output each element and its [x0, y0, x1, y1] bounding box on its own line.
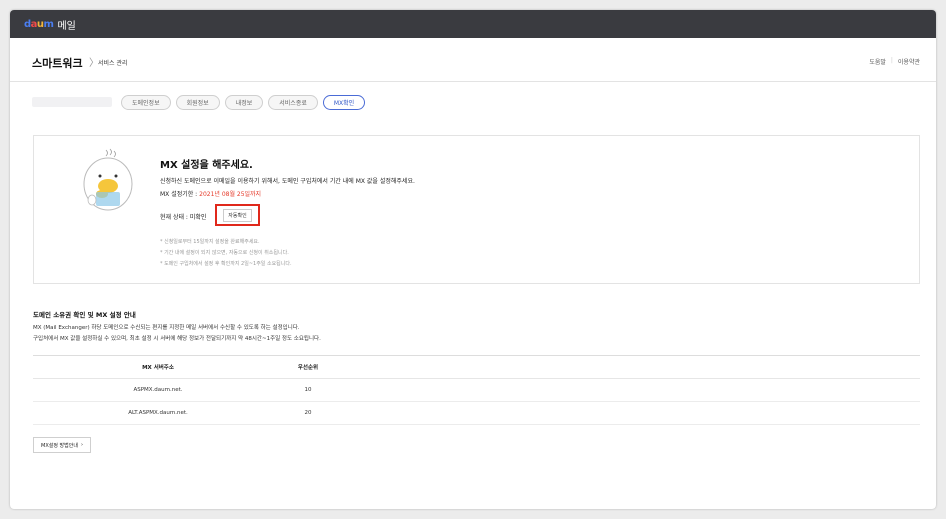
logo-letter-u: u — [36, 18, 44, 30]
top-bar: daum 메일 — [10, 10, 936, 38]
page-title[interactable]: 스마트워크 — [32, 55, 83, 71]
terms-link[interactable]: 이용약관 — [898, 57, 920, 66]
tab-my-info[interactable]: 내정보 — [224, 95, 264, 110]
guide-line: 구입처에서 MX 값을 설정하실 수 있으며, 최초 설정 시 서버에 해당 정… — [33, 336, 321, 342]
guide-title: 도메인 소유권 확인 및 MX 설정 안내 — [33, 311, 136, 319]
mx-record-table: MX 서버주소 우선순위 ASPMX.daum.net. 10 ALT.ASPM… — [33, 355, 920, 425]
note-item: * 신청일로부터 15일까지 설정을 완료해주세요. — [160, 239, 260, 245]
auto-check-highlight: 자동확인 — [215, 204, 260, 226]
deadline-label: MX 설정기한 : — [160, 191, 200, 198]
daum-mail-logo[interactable]: daum 메일 — [24, 17, 76, 32]
mx-priority-cell: 20 — [283, 401, 333, 425]
tab-mx-check[interactable]: MX확인 — [322, 95, 366, 110]
mx-setup-title: MX 설정을 해주세요. — [160, 160, 253, 171]
mx-server-cell: ALT.ASPMX.daum.net. — [33, 401, 283, 425]
mx-guide-button[interactable]: MX설정 방법안내 › — [33, 437, 91, 453]
daum-logo: daum — [24, 18, 54, 30]
mx-priority-cell: 10 — [283, 378, 333, 402]
mx-guide-label: MX설정 방법안내 — [41, 442, 78, 449]
blurred-domain-name — [32, 97, 112, 107]
guide-text: MX (Mail Exchanger) 하당 도메인으로 수신되는 편지를 지정… — [33, 323, 321, 345]
tab-domain-info[interactable]: 도메인정보 — [121, 95, 171, 110]
tab-service-end[interactable]: 서비스종료 — [268, 95, 318, 110]
mail-label: 메일 — [57, 20, 76, 32]
column-header-priority: 우선순위 — [283, 355, 333, 379]
tab-list: 도메인정보 회원정보 내정보 서비스종료 MX확인 — [121, 95, 366, 110]
current-status: 현재 상태 : 미확인 — [160, 214, 207, 221]
spacer-cell — [333, 401, 920, 425]
spacer-cell — [333, 378, 920, 402]
table-header-row: MX 서버주소 우선순위 — [33, 355, 920, 379]
column-header-spacer — [333, 355, 920, 379]
mx-setup-card: MX 설정을 해주세요. 신청하신 도메인으로 이메일을 이용하기 위해서, 도… — [33, 135, 920, 284]
table-row: ALT.ASPMX.daum.net. 20 — [33, 401, 920, 425]
note-item: * 기간 내에 설정이 되지 않으면, 자동으로 신청이 취소됩니다. — [160, 250, 289, 256]
table-row: ASPMX.daum.net. 10 — [33, 378, 920, 402]
chevron-right-icon: › — [80, 442, 83, 448]
mx-server-cell: ASPMX.daum.net. — [33, 378, 283, 402]
tab-row: 도메인정보 회원정보 내정보 서비스종료 MX확인 — [32, 95, 912, 111]
mx-setup-description: 신청하신 도메인으로 이메일을 이용하기 위해서, 도메인 구입처에서 기간 내… — [160, 178, 415, 185]
column-header-server: MX 서버주소 — [33, 355, 283, 379]
tab-member-info[interactable]: 회원정보 — [175, 95, 220, 110]
notes-list: * 신청일로부터 15일까지 설정을 완료해주세요. * 기간 내에 설정이 되… — [160, 237, 292, 270]
guide-line: MX (Mail Exchanger) 하당 도메인으로 수신되는 편지를 지정… — [33, 325, 300, 331]
header-links: 도움말 | 이용약관 — [869, 57, 920, 66]
mascot-illustration — [83, 148, 133, 211]
mx-deadline: MX 설정기한 : 2021년 08월 25일까지 — [160, 189, 261, 198]
page-header: 스마트워크 〉 서비스 관리 도움말 | 이용약관 — [10, 38, 936, 82]
note-item: * 도메인 구입처에서 설정 후 확인까지 2일~1주일 소요됩니다. — [160, 261, 292, 267]
link-separator: | — [890, 57, 893, 64]
logo-letter-d: d — [24, 18, 31, 30]
help-link[interactable]: 도움말 — [869, 57, 886, 66]
logo-letter-m: m — [43, 18, 54, 30]
breadcrumb-service-manage[interactable]: 서비스 관리 — [98, 58, 128, 67]
auto-check-button[interactable]: 자동확인 — [223, 208, 252, 222]
deadline-date: 2021년 08월 25일까지 — [199, 191, 262, 198]
browser-window: daum 메일 스마트워크 〉 서비스 관리 도움말 | 이용약관 도메인정보 … — [10, 10, 936, 509]
